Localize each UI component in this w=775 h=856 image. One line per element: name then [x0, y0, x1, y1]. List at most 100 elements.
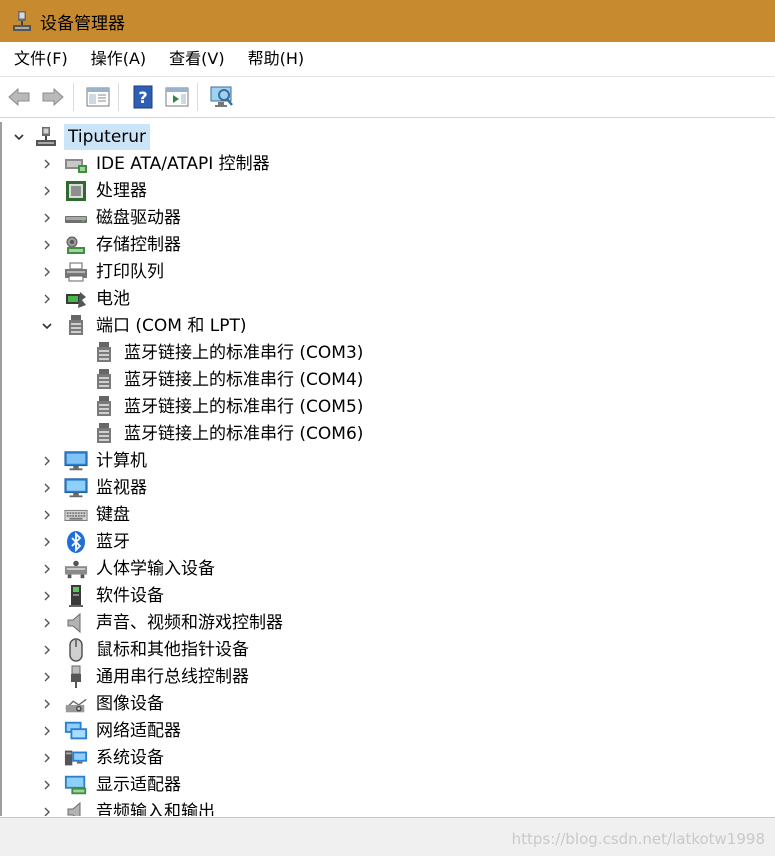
chevron-right-icon[interactable] — [40, 535, 54, 549]
back-button[interactable] — [4, 82, 34, 112]
serial-port-icon — [92, 368, 116, 392]
tree-item[interactable]: 通用串行总线控制器 — [2, 664, 773, 690]
tree-item-label: 蓝牙 — [96, 532, 130, 552]
chevron-right-icon[interactable] — [40, 184, 54, 198]
port-device-label: 蓝牙链接上的标准串行 (COM4) — [124, 370, 364, 390]
console-tree-icon — [86, 87, 110, 107]
keyboard-icon — [64, 503, 88, 527]
device-tree: Tiputerur IDE ATA/ATAPI 控制器 处理器 磁盘驱动器 存储… — [0, 122, 775, 816]
toolbar-separator — [73, 83, 74, 111]
tree-item-label: 声音、视频和游戏控制器 — [96, 613, 283, 633]
show-hide-tree-button[interactable] — [83, 82, 113, 112]
svg-text:?: ? — [138, 88, 147, 107]
chevron-right-icon[interactable] — [40, 508, 54, 522]
tree-item[interactable]: 存储控制器 — [2, 232, 773, 258]
scan-monitor-icon — [210, 86, 233, 107]
sound-icon — [64, 611, 88, 635]
menu-view[interactable]: 查看(V) — [157, 42, 235, 76]
port-device-item[interactable]: 蓝牙链接上的标准串行 (COM5) — [2, 394, 773, 420]
serial-port-icon — [92, 341, 116, 365]
tree-item[interactable]: 电池 — [2, 286, 773, 312]
mouse-icon — [64, 638, 88, 662]
chevron-right-icon[interactable] — [40, 265, 54, 279]
tree-root[interactable]: Tiputerur — [2, 124, 773, 150]
chevron-right-icon[interactable] — [40, 562, 54, 576]
system-device-icon — [64, 746, 88, 770]
ide-controller-icon — [64, 152, 88, 176]
tree-item-label: 打印队列 — [96, 262, 164, 282]
menu-help[interactable]: 帮助(H) — [236, 42, 316, 76]
tree-item[interactable]: 计算机 — [2, 448, 773, 474]
tree-item-label: 磁盘驱动器 — [96, 208, 181, 228]
tree-item[interactable]: IDE ATA/ATAPI 控制器 — [2, 151, 773, 177]
menu-file[interactable]: 文件(F) — [0, 42, 79, 76]
chevron-right-icon[interactable] — [40, 481, 54, 495]
tree-item[interactable]: 监视器 — [2, 475, 773, 501]
device-manager-icon — [12, 10, 32, 32]
chevron-right-icon[interactable] — [40, 454, 54, 468]
tree-item[interactable]: 处理器 — [2, 178, 773, 204]
bluetooth-icon — [64, 530, 88, 554]
properties-button[interactable] — [162, 82, 192, 112]
chevron-right-icon[interactable] — [40, 616, 54, 630]
tree-item-label: 处理器 — [96, 181, 147, 201]
chevron-down-icon[interactable] — [40, 319, 54, 333]
port-device-label: 蓝牙链接上的标准串行 (COM5) — [124, 397, 364, 417]
tree-item[interactable]: 显示适配器 — [2, 772, 773, 798]
tree-item[interactable]: 打印队列 — [2, 259, 773, 285]
tree-item-label: 显示适配器 — [96, 775, 181, 795]
printer-icon — [64, 260, 88, 284]
tree-item[interactable]: 音频输入和输出 — [2, 799, 773, 816]
tree-item[interactable]: 软件设备 — [2, 583, 773, 609]
port-device-item[interactable]: 蓝牙链接上的标准串行 (COM3) — [2, 340, 773, 366]
storage-controller-icon — [64, 233, 88, 257]
tree-item-label: 音频输入和输出 — [96, 802, 215, 816]
chevron-right-icon[interactable] — [40, 697, 54, 711]
tree-item[interactable]: 声音、视频和游戏控制器 — [2, 610, 773, 636]
chevron-right-icon[interactable] — [40, 643, 54, 657]
tree-item[interactable]: 键盘 — [2, 502, 773, 528]
chevron-right-icon[interactable] — [40, 211, 54, 225]
tree-item[interactable]: 磁盘驱动器 — [2, 205, 773, 231]
port-icon — [64, 314, 88, 338]
port-device-item[interactable]: 蓝牙链接上的标准串行 (COM4) — [2, 367, 773, 393]
toolbar-separator — [197, 83, 198, 111]
serial-port-icon — [92, 422, 116, 446]
chevron-right-icon[interactable] — [40, 589, 54, 603]
software-device-icon — [64, 584, 88, 608]
tree-item-label: IDE ATA/ATAPI 控制器 — [96, 154, 270, 174]
tree-item-label: 软件设备 — [96, 586, 164, 606]
back-arrow-icon — [8, 87, 30, 107]
window-title: 设备管理器 — [40, 13, 125, 34]
tree-item-label: 人体学输入设备 — [96, 559, 215, 579]
tree-item[interactable]: 网络适配器 — [2, 718, 773, 744]
menu-action[interactable]: 操作(A) — [79, 42, 157, 76]
chevron-right-icon[interactable] — [40, 805, 54, 816]
title-bar: 设备管理器 — [0, 0, 775, 42]
tree-item[interactable]: 蓝牙 — [2, 529, 773, 555]
chevron-right-icon[interactable] — [40, 724, 54, 738]
toolbar: ? — [0, 77, 775, 118]
tree-item[interactable]: 系统设备 — [2, 745, 773, 771]
tree-item-label: 键盘 — [96, 505, 130, 525]
audio-io-icon — [64, 800, 88, 816]
watermark: https://blog.csdn.net/latkotw1998 — [511, 830, 765, 848]
chevron-down-icon[interactable] — [12, 130, 26, 144]
tree-item-ports[interactable]: 端口 (COM 和 LPT) — [2, 313, 773, 339]
chevron-right-icon[interactable] — [40, 670, 54, 684]
forward-button[interactable] — [38, 82, 68, 112]
port-device-item[interactable]: 蓝牙链接上的标准串行 (COM6) — [2, 421, 773, 447]
scan-hardware-button[interactable] — [207, 82, 237, 112]
chevron-right-icon[interactable] — [40, 778, 54, 792]
chevron-right-icon[interactable] — [40, 238, 54, 252]
chevron-right-icon[interactable] — [40, 751, 54, 765]
tree-item[interactable]: 人体学输入设备 — [2, 556, 773, 582]
chevron-right-icon[interactable] — [40, 157, 54, 171]
camera-icon — [64, 692, 88, 716]
port-device-label: 蓝牙链接上的标准串行 (COM3) — [124, 343, 364, 363]
help-button[interactable]: ? — [128, 82, 158, 112]
tree-item[interactable]: 图像设备 — [2, 691, 773, 717]
tree-item[interactable]: 鼠标和其他指针设备 — [2, 637, 773, 663]
tree-item-label: 网络适配器 — [96, 721, 181, 741]
chevron-right-icon[interactable] — [40, 292, 54, 306]
